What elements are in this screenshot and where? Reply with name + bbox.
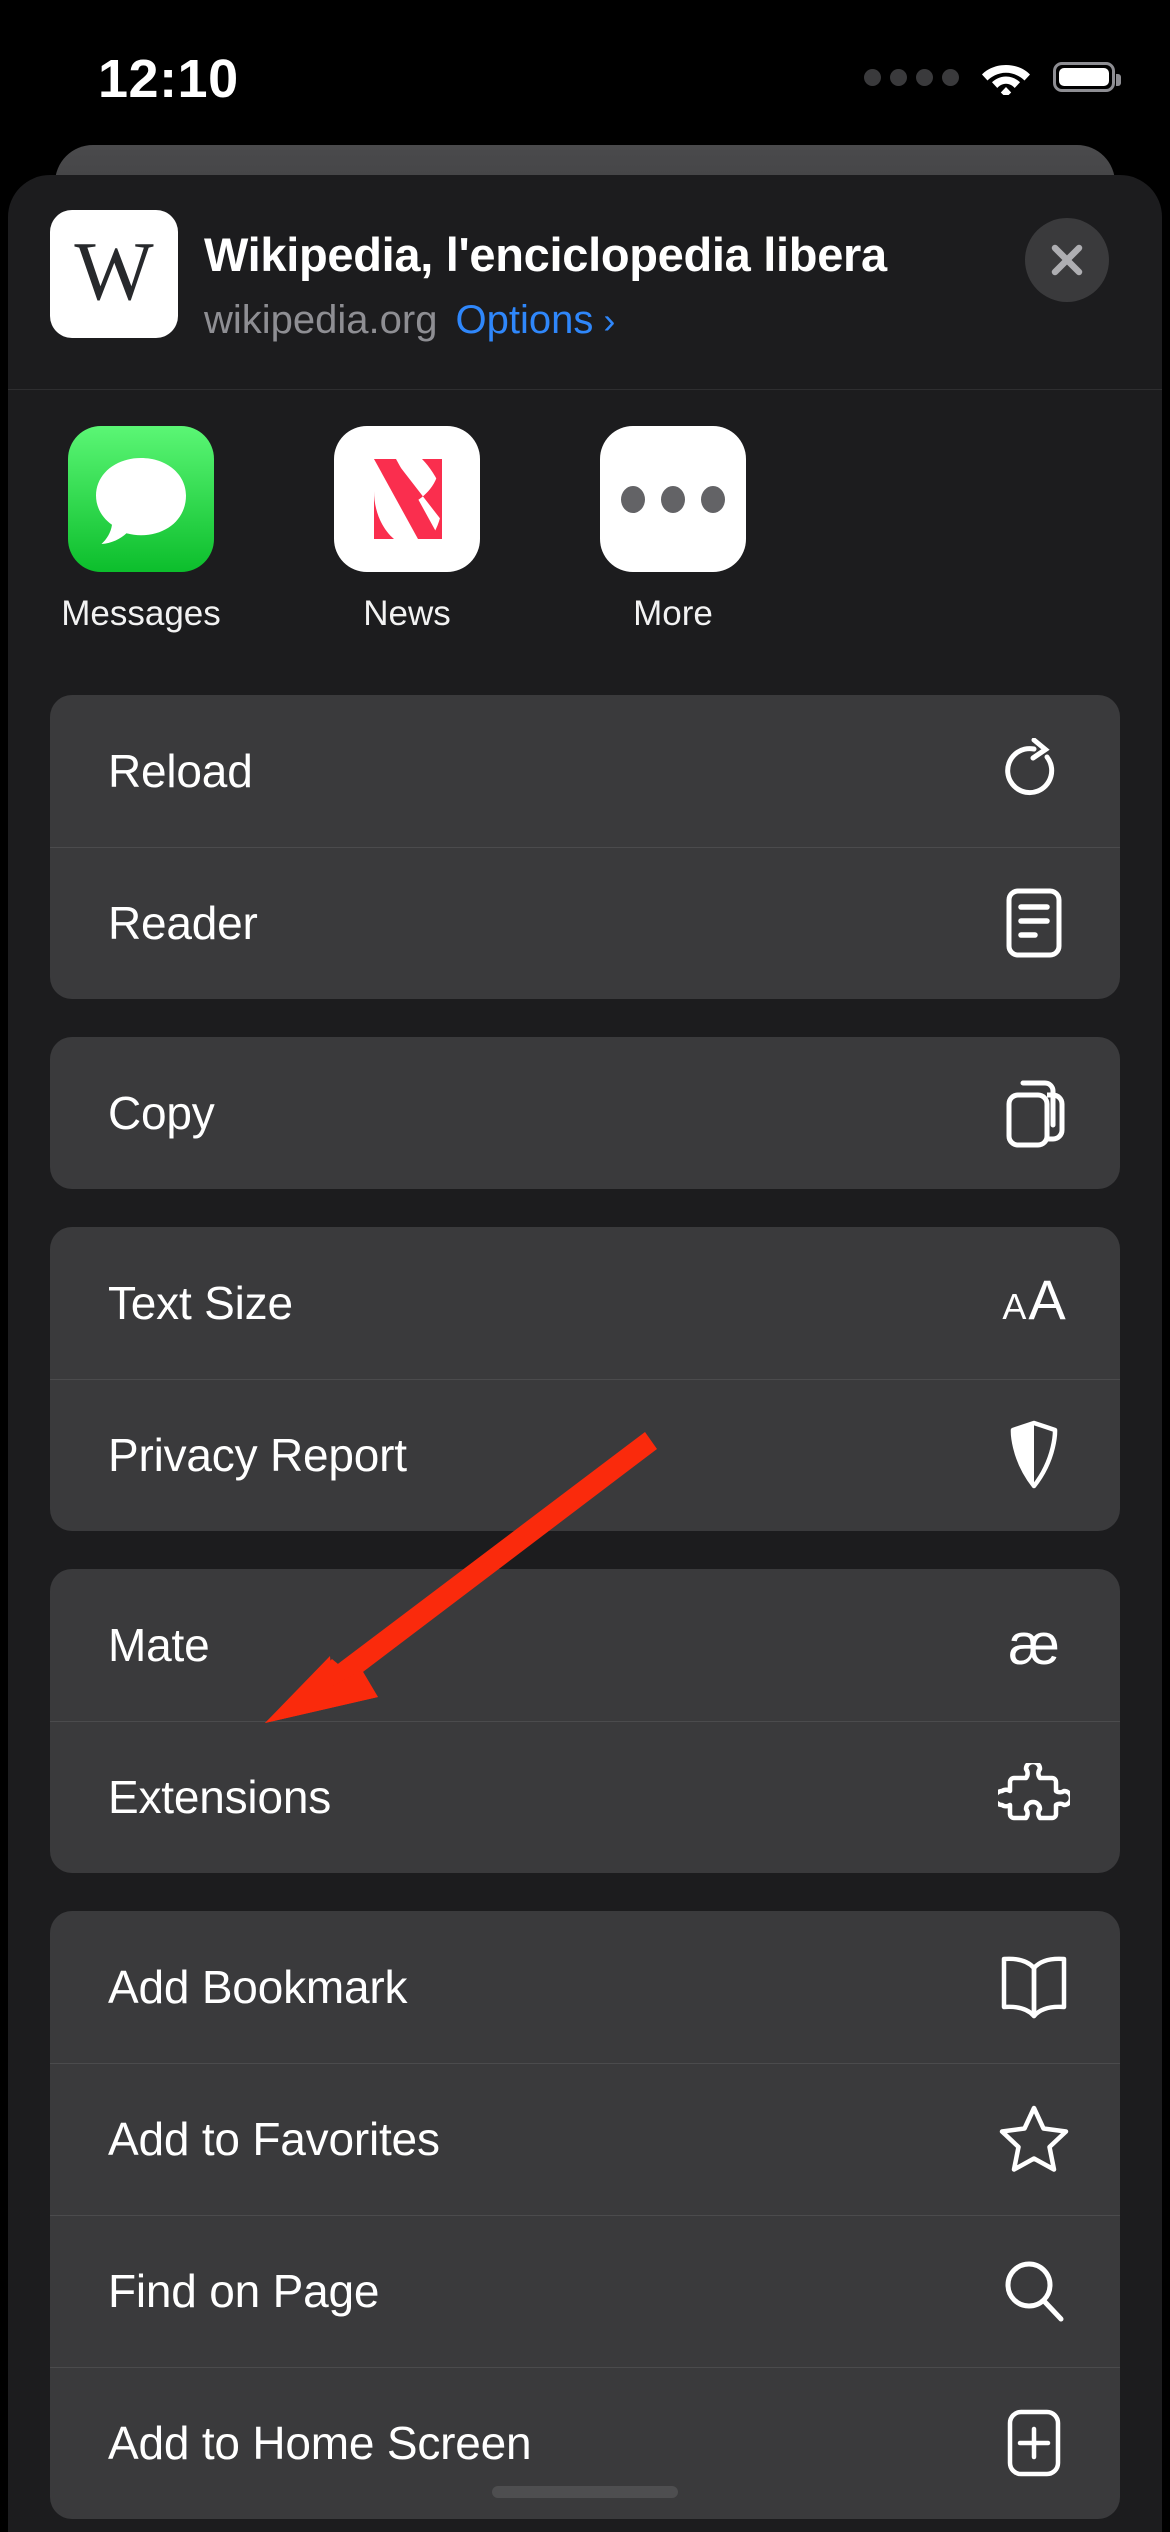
- page-title: Wikipedia, l'enciclopedia libera: [204, 228, 887, 281]
- text-size-large-glyph: A: [1028, 1268, 1066, 1331]
- action-row-text-size[interactable]: Text Size A A: [50, 1227, 1120, 1379]
- status-bar: 12:10: [0, 0, 1170, 160]
- messages-app-icon: [68, 426, 214, 572]
- more-app-icon: [600, 426, 746, 572]
- copy-icon: [998, 1077, 1070, 1149]
- text-size-small-glyph: A: [1002, 1286, 1027, 1327]
- search-icon: [998, 2255, 1070, 2327]
- share-target-info: Wikipedia, l'enciclopedia libera wikiped…: [204, 227, 982, 343]
- share-target-label: Messages: [61, 594, 221, 633]
- book-icon: [998, 1951, 1070, 2023]
- wikipedia-favicon: W: [50, 210, 178, 338]
- options-button[interactable]: Options ›: [455, 298, 615, 343]
- action-group-appearance: Text Size A A Privacy Report: [50, 1227, 1120, 1531]
- action-group-extensions: Mate æ Extensions: [50, 1569, 1120, 1873]
- wifi-icon: [981, 59, 1031, 98]
- share-target-label: News: [363, 594, 451, 633]
- action-label: Add to Favorites: [108, 2113, 440, 2165]
- share-sheet: W Wikipedia, l'enciclopedia libera wikip…: [8, 175, 1162, 2532]
- mate-icon: æ: [998, 1609, 1070, 1681]
- page-domain: wikipedia.org: [204, 298, 438, 342]
- action-label: Privacy Report: [108, 1429, 407, 1481]
- action-label: Find on Page: [108, 2265, 380, 2317]
- action-group-bookmarks: Add Bookmark Add to Favorites Find on Pa…: [50, 1911, 1120, 2519]
- share-target-label: More: [633, 594, 713, 633]
- ae-ligature-glyph: æ: [1008, 1612, 1060, 1677]
- page-subtitle-row: wikipedia.org Options ›: [204, 298, 982, 343]
- chevron-right-icon: ›: [603, 299, 616, 341]
- status-bar-clock: 12:10: [98, 49, 239, 109]
- puzzle-piece-icon: [998, 1761, 1070, 1833]
- action-group-page: Reload Reader: [50, 695, 1120, 999]
- status-bar-indicators: [864, 55, 1121, 99]
- action-label: Add to Home Screen: [108, 2417, 532, 2469]
- share-target-messages[interactable]: Messages: [8, 426, 274, 660]
- action-row-privacy-report[interactable]: Privacy Report: [50, 1379, 1120, 1531]
- favicon-letter: W: [74, 225, 154, 318]
- action-list: Reload Reader Copy Text Size A A Privacy…: [8, 695, 1162, 2532]
- action-row-extensions[interactable]: Extensions: [50, 1721, 1120, 1873]
- action-label: Reader: [108, 897, 258, 949]
- options-label: Options: [455, 298, 594, 342]
- action-label: Reload: [108, 745, 253, 797]
- action-group-copy: Copy: [50, 1037, 1120, 1189]
- action-row-copy[interactable]: Copy: [50, 1037, 1120, 1189]
- iphone-screen: 12:10 W Wikipedia, l'enciclopedia libera…: [0, 0, 1170, 2532]
- share-target-more[interactable]: More: [540, 426, 806, 660]
- shield-icon: [998, 1419, 1070, 1491]
- battery-full-icon: [1053, 62, 1121, 92]
- action-row-find-on-page[interactable]: Find on Page: [50, 2215, 1120, 2367]
- action-row-reload[interactable]: Reload: [50, 695, 1120, 847]
- ellipsis-icon: [621, 485, 725, 513]
- action-label: Add Bookmark: [108, 1961, 408, 2013]
- action-label: Text Size: [108, 1277, 293, 1329]
- share-targets-row: Messages News More: [8, 390, 1162, 660]
- action-row-mate[interactable]: Mate æ: [50, 1569, 1120, 1721]
- star-icon: [998, 2103, 1070, 2175]
- reader-icon: [998, 887, 1070, 959]
- news-app-icon: [334, 426, 480, 572]
- reload-icon: [998, 735, 1070, 807]
- share-target-news[interactable]: News: [274, 426, 540, 660]
- close-icon: [1051, 244, 1083, 276]
- close-button[interactable]: [1025, 218, 1109, 302]
- text-size-icon: A A: [998, 1267, 1070, 1339]
- action-row-reader[interactable]: Reader: [50, 847, 1120, 999]
- cellular-dots-icon: [864, 68, 959, 86]
- action-row-add-bookmark[interactable]: Add Bookmark: [50, 1911, 1120, 2063]
- action-label: Mate: [108, 1619, 210, 1671]
- add-to-home-icon: [998, 2407, 1070, 2479]
- action-row-add-to-favorites[interactable]: Add to Favorites: [50, 2063, 1120, 2215]
- home-indicator: [492, 2486, 678, 2498]
- share-sheet-header: W Wikipedia, l'enciclopedia libera wikip…: [8, 175, 1162, 390]
- action-label: Copy: [108, 1087, 215, 1139]
- action-label: Extensions: [108, 1771, 332, 1823]
